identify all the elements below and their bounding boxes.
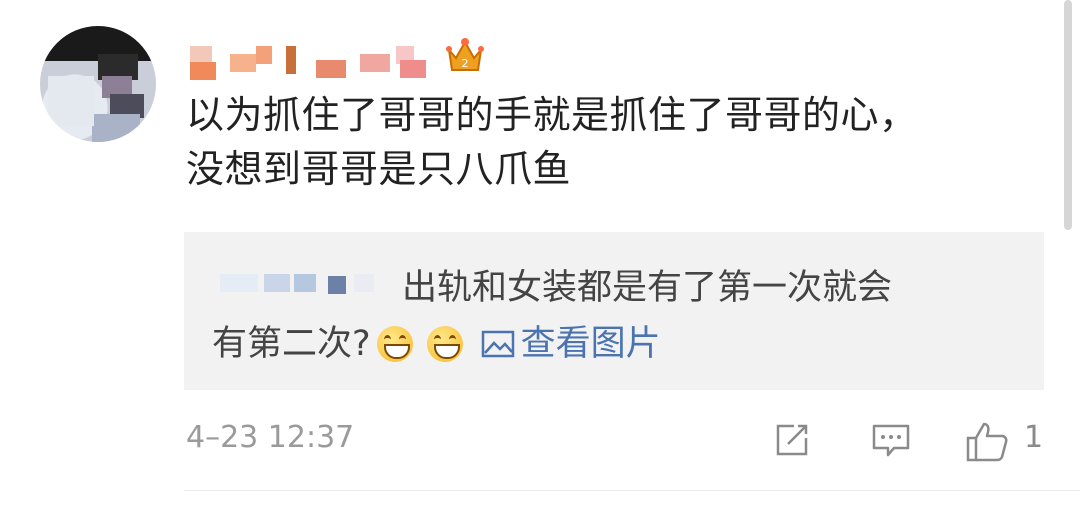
view-image-label: 查看图片 <box>520 324 661 364</box>
quoted-line-1: 出轨和女装都是有了第一次就会 <box>402 268 893 308</box>
quoted-text: 出轨和女装都是有了第一次就会 有第二次? 查看图片 <box>212 260 1032 372</box>
view-image-link[interactable]: 查看图片 <box>481 316 661 372</box>
quoted-comment[interactable]: 出轨和女装都是有了第一次就会 有第二次? 查看图片 <box>184 232 1044 390</box>
comment-line-1: 以为抓住了哥哥的手就是抓住了哥哥的心， <box>186 93 918 137</box>
comment-icon[interactable] <box>870 420 912 460</box>
like-count: 1 <box>1024 420 1044 455</box>
scrollbar[interactable] <box>1064 0 1072 230</box>
timestamp: 4–23 12:37 <box>186 420 355 455</box>
quoted-line-2: 有第二次? <box>212 324 371 364</box>
crown-badge-icon: 2 <box>446 38 484 71</box>
comment-line-2: 没想到哥哥是只八爪鱼 <box>186 147 572 191</box>
thumbs-up-icon[interactable] <box>964 420 1012 464</box>
grin-emoji-icon <box>376 326 413 362</box>
image-icon <box>481 330 514 358</box>
comment-text: 以为抓住了哥哥的手就是抓住了哥哥的心， 没想到哥哥是只八爪鱼 <box>186 88 1026 196</box>
divider <box>184 490 1080 491</box>
grin-emoji-icon <box>426 326 463 362</box>
share-icon[interactable] <box>772 420 812 460</box>
avatar[interactable] <box>40 26 156 142</box>
svg-text:2: 2 <box>462 57 469 70</box>
quoted-line-2-wrap: 有第二次? 查看图片 <box>212 316 1032 372</box>
username[interactable] <box>190 40 440 80</box>
